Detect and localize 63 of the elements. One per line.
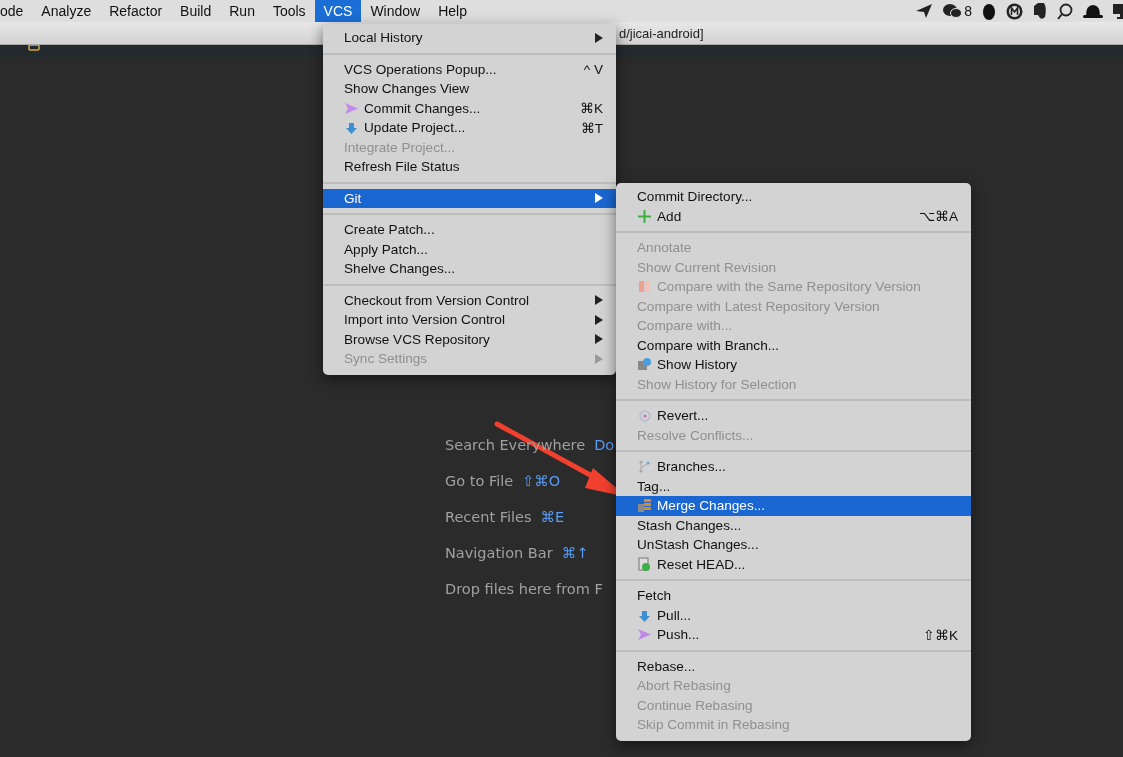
menu-item[interactable]: Commit Directory... [616, 187, 971, 207]
menu-item[interactable]: Shelve Changes... [323, 259, 616, 279]
undo-icon [637, 408, 652, 424]
window-title: d/jicai-android] [619, 25, 704, 41]
reset-icon [637, 556, 652, 572]
menu-item[interactable]: Update Project... ⌘T [323, 118, 616, 138]
menu-item[interactable]: Commit Changes... ⌘K [323, 98, 616, 118]
menu-item[interactable]: Tools [263, 0, 315, 22]
send-icon[interactable] [916, 4, 933, 18]
menu-item[interactable]: Add ⌥⌘A [616, 206, 971, 226]
search-icon[interactable] [1057, 2, 1073, 20]
menu-item[interactable]: Create Patch... [323, 220, 616, 240]
menu-item[interactable]: VCS Operations Popup... ^ V [323, 59, 616, 79]
hat-icon[interactable] [1083, 3, 1103, 19]
menu-item[interactable]: Run [220, 0, 264, 22]
menu-item[interactable]: Help [429, 0, 476, 22]
arrow-icon [344, 100, 359, 116]
menu-item[interactable]: ode [0, 0, 33, 22]
menu-item[interactable]: Pull... [616, 605, 971, 625]
menu-item[interactable]: Checkout from Version Control [323, 290, 616, 310]
menu-item[interactable]: Push... ⇧⌘K [616, 625, 971, 645]
menu-item[interactable]: Revert... [616, 406, 971, 426]
menu-item[interactable]: Reset HEAD... [616, 554, 971, 574]
menu-item[interactable]: Build [171, 0, 221, 22]
menu-item[interactable]: Rebase... [616, 656, 971, 676]
menu-item[interactable]: Show History [616, 355, 971, 375]
clock-icon [637, 357, 652, 373]
plus-icon [637, 208, 652, 224]
menu-item[interactable]: Merge Changes... [616, 496, 971, 516]
notification-count: 8 [964, 3, 972, 19]
folder-icon [28, 45, 40, 51]
branch-icon [637, 459, 652, 475]
menu-item[interactable]: Tag... [616, 476, 971, 496]
arrow-icon [637, 627, 652, 643]
shortcut-text: ⌘↑ [561, 544, 589, 561]
menu-item[interactable]: Fetch [616, 586, 971, 606]
menu-item[interactable]: VCS [314, 0, 362, 22]
compare-icon [637, 279, 652, 295]
menu-item[interactable]: Import into Version Control [323, 310, 616, 330]
menu-item[interactable]: Analyze [32, 0, 101, 22]
menu-item[interactable]: Apply Patch... [323, 239, 616, 259]
shortcut-text: ⇧⌘O [522, 472, 561, 489]
menu-item[interactable]: Browse VCS Repository [323, 329, 616, 349]
menu-item[interactable]: Stash Changes... [616, 515, 971, 535]
shortcut-text: Do [594, 436, 615, 453]
menu-item[interactable]: Refactor [100, 0, 172, 22]
merge-icon [637, 498, 652, 514]
hint-text: Drop files here from F [445, 580, 603, 597]
download-icon [344, 120, 359, 136]
menu-item[interactable]: Show Changes View [323, 79, 616, 99]
menu-item[interactable]: Git [323, 188, 616, 208]
menu-item[interactable]: Branches... [616, 457, 971, 477]
hint-text: Recent Files [445, 508, 532, 525]
chat-icon[interactable] [942, 3, 963, 19]
hint-text: Go to File [445, 472, 514, 489]
menu-item[interactable]: Compare with Branch... [616, 335, 971, 355]
shortcut-text: ⌘E [540, 508, 565, 525]
menu-item[interactable]: Refresh File Status [323, 157, 616, 177]
menu-item[interactable]: Window [361, 0, 430, 22]
hint-text: Navigation Bar [445, 544, 553, 561]
m-circle-icon[interactable] [1006, 2, 1023, 20]
menu-item[interactable]: Local History [323, 28, 616, 48]
menu-item[interactable]: UnStash Changes... [616, 535, 971, 555]
